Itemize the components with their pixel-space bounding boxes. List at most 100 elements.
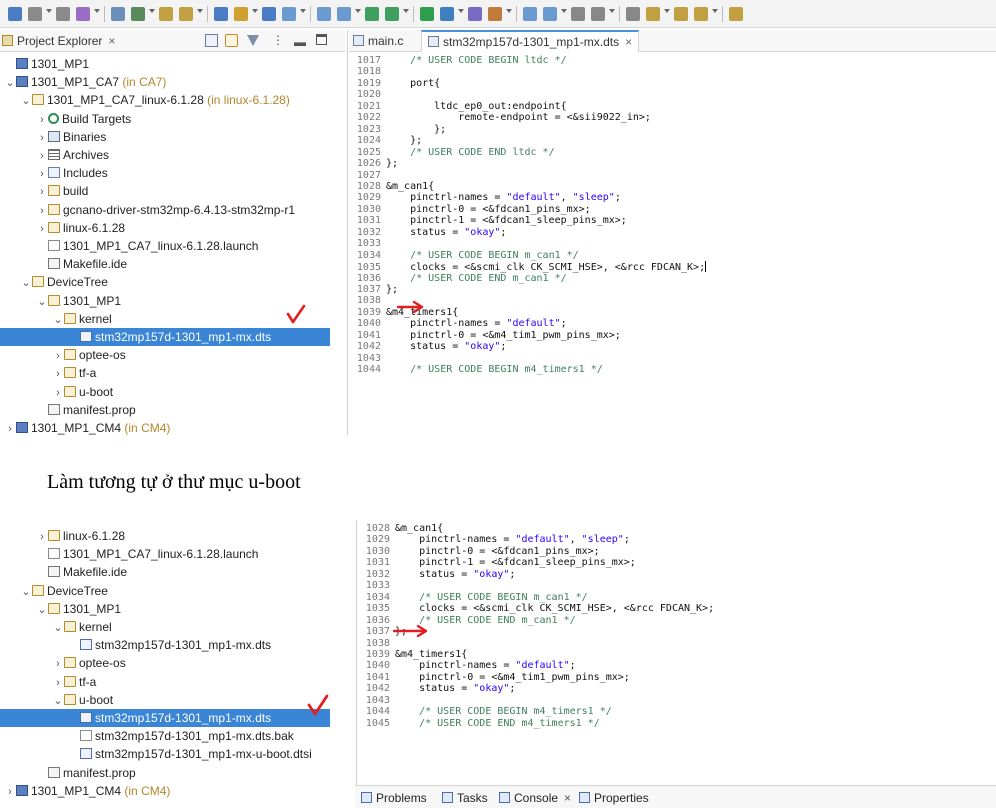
tree-item[interactable]: ⌄ kernel — [0, 310, 111, 328]
code-line[interactable]: 1033 — [358, 580, 395, 591]
tree-item[interactable]: › 1301_MP1_CM4 (in CM4) — [0, 419, 170, 435]
chevron-down-icon[interactable]: ⌄ — [52, 619, 64, 637]
tree-item[interactable]: stm32mp157d-1301_mp1-mx.dts — [0, 328, 330, 346]
code-line[interactable]: 1023 }; — [349, 124, 446, 135]
code-line[interactable]: 1031 pinctrl-1 = <&fdcan1_sleep_pins_mx>… — [358, 557, 636, 568]
tree-item[interactable]: › optee-os — [0, 654, 126, 672]
tree-item[interactable]: › tf-a — [0, 673, 96, 691]
close-icon[interactable]: × — [625, 35, 632, 49]
tab-properties[interactable]: Properties — [579, 790, 649, 806]
code-editor[interactable]: 1028 &m_can1{1029 pinctrl-names = "defaul… — [358, 523, 996, 783]
dropdown-arrow-icon[interactable] — [46, 9, 52, 13]
dropdown-arrow-icon[interactable] — [403, 9, 409, 13]
forward-nav-icon[interactable] — [672, 5, 690, 23]
tab-problems[interactable]: Problems — [361, 790, 427, 806]
tree-item[interactable]: Makefile.ide — [0, 563, 127, 581]
tree-item[interactable]: ⌄ kernel — [0, 618, 111, 637]
chevron-right-icon[interactable]: › — [52, 347, 64, 365]
tree-item[interactable]: 1301_MP1 — [0, 55, 89, 73]
dropdown-arrow-icon[interactable] — [197, 9, 203, 13]
new-class-icon[interactable] — [335, 5, 353, 23]
dropdown-arrow-icon[interactable] — [149, 9, 155, 13]
tree-item[interactable]: › tf-a — [0, 364, 96, 382]
dropdown-arrow-icon[interactable] — [355, 9, 361, 13]
chevron-right-icon[interactable]: › — [36, 220, 48, 238]
chevron-right-icon[interactable]: › — [36, 165, 48, 183]
save-icon[interactable] — [26, 5, 44, 23]
chevron-down-icon[interactable]: ⌄ — [4, 74, 16, 92]
tree-item[interactable]: › u-boot — [0, 383, 113, 401]
chevron-right-icon[interactable]: › — [36, 528, 48, 546]
run-icon[interactable] — [418, 5, 436, 23]
code-line[interactable]: 1028 &m_can1{ — [358, 523, 443, 534]
code-line[interactable]: 1043 — [349, 353, 386, 364]
refresh-icon[interactable] — [363, 5, 381, 23]
tree-item[interactable]: 1301_MP1_CA7_linux-6.1.28.launch — [0, 237, 258, 255]
code-line[interactable]: 1038 — [358, 638, 395, 649]
tree-item[interactable]: › optee-os — [0, 346, 126, 364]
tree-item[interactable]: stm32mp157d-1301_mp1-mx.dts — [0, 636, 271, 654]
bug-icon[interactable] — [383, 5, 401, 23]
code-line[interactable]: 1036 /* USER CODE END m_can1 */ — [358, 615, 576, 626]
new-icon[interactable] — [6, 5, 24, 23]
palette-icon[interactable] — [541, 5, 559, 23]
code-line[interactable]: 1017 /* USER CODE BEGIN ltdc */ — [349, 55, 567, 66]
minimize-icon[interactable]: ▬ — [294, 35, 306, 49]
tree-item[interactable]: manifest.prop — [0, 764, 136, 782]
debug-icon[interactable] — [74, 5, 92, 23]
prev-annotation-icon[interactable] — [624, 5, 642, 23]
tree-item[interactable]: › gcnano-driver-stm32mp-6.4.13-stm32mp-r1 — [0, 201, 295, 219]
chevron-right-icon[interactable]: › — [4, 420, 16, 435]
chevron-right-icon[interactable]: › — [36, 202, 48, 220]
dropdown-arrow-icon[interactable] — [94, 9, 100, 13]
code-line[interactable]: 1040 pinctrl-names = "default"; — [349, 318, 567, 329]
code-line[interactable]: 1042 status = "okay"; — [358, 683, 516, 694]
code-line[interactable]: 1021 ltdc_ep0_out:endpoint{ — [349, 101, 567, 112]
tree-item[interactable]: ⌄ 1301_MP1 — [0, 600, 121, 618]
target-icon[interactable] — [260, 5, 278, 23]
code-line[interactable]: 1035 clocks = <&scmi_clk CK_SCMI_HSE>, <… — [349, 261, 707, 273]
save-all-icon[interactable] — [54, 5, 72, 23]
new-project-icon[interactable] — [280, 5, 298, 23]
code-line[interactable]: 1032 status = "okay"; — [358, 569, 516, 580]
tree-item[interactable]: › linux-6.1.28 — [0, 219, 125, 237]
pen-icon[interactable] — [486, 5, 504, 23]
code-line[interactable]: 1018 — [349, 66, 386, 77]
dropdown-arrow-icon[interactable] — [458, 9, 464, 13]
view-menu-icon[interactable]: ⋮ — [272, 33, 284, 47]
history-fwd-icon[interactable] — [727, 5, 745, 23]
next-annotation-icon[interactable] — [589, 5, 607, 23]
chevron-right-icon[interactable]: › — [36, 183, 48, 201]
open-type-icon[interactable] — [521, 5, 539, 23]
code-line[interactable]: 1044 /* USER CODE BEGIN m4_timers1 */ — [349, 364, 603, 375]
code-line[interactable]: 1029 pinctrl-names = "default", "sleep"; — [349, 192, 621, 203]
chevron-right-icon[interactable]: › — [52, 674, 64, 692]
tree-item[interactable]: 1301_MP1_CA7_linux-6.1.28.launch — [0, 545, 258, 563]
build-icon[interactable] — [129, 5, 147, 23]
code-line[interactable]: 1037}; — [349, 284, 398, 295]
code-editor[interactable]: 1017 /* USER CODE BEGIN ltdc */1018 1019 … — [349, 53, 996, 435]
tree-item[interactable]: › linux-6.1.28 — [0, 527, 125, 545]
chevron-right-icon[interactable]: › — [36, 129, 48, 147]
code-line[interactable]: 1024 }; — [349, 135, 422, 146]
tree-item[interactable]: stm32mp157d-1301_mp1-mx-u-boot.dtsi — [0, 745, 312, 763]
code-line[interactable]: 1040 pinctrl-names = "default"; — [358, 660, 576, 671]
code-line[interactable]: 1035 clocks = <&scmi_clk CK_SCMI_HSE>, <… — [358, 603, 714, 614]
dropdown-arrow-icon[interactable] — [664, 9, 670, 13]
code-line[interactable]: 1045 /* USER CODE END m4_timers1 */ — [358, 718, 600, 729]
code-line[interactable]: 1022 remote-endpoint = <&sii9022_in>; — [349, 112, 651, 123]
tab-dts-file[interactable]: stm32mp157d-1301_mp1-mx.dts × — [421, 30, 640, 52]
back-nav-icon[interactable] — [644, 5, 662, 23]
chevron-down-icon[interactable]: ⌄ — [20, 274, 32, 292]
dropdown-arrow-icon[interactable] — [561, 9, 567, 13]
debug-run-icon[interactable] — [232, 5, 250, 23]
close-icon[interactable]: × — [564, 791, 571, 805]
tree-item[interactable]: › 1301_MP1_CM4 (in CM4) — [0, 782, 170, 800]
code-line[interactable]: 1029 pinctrl-names = "default", "sleep"; — [358, 534, 630, 545]
chevron-down-icon[interactable]: ⌄ — [20, 92, 32, 110]
code-line[interactable]: 1030 pinctrl-0 = <&fdcan1_pins_mx>; — [349, 204, 591, 215]
code-line[interactable]: 1034 /* USER CODE BEGIN m_can1 */ — [358, 592, 588, 603]
tree-item[interactable]: Makefile.ide — [0, 255, 127, 273]
forward-icon[interactable] — [177, 5, 195, 23]
tree-item[interactable]: › Build Targets — [0, 110, 131, 128]
